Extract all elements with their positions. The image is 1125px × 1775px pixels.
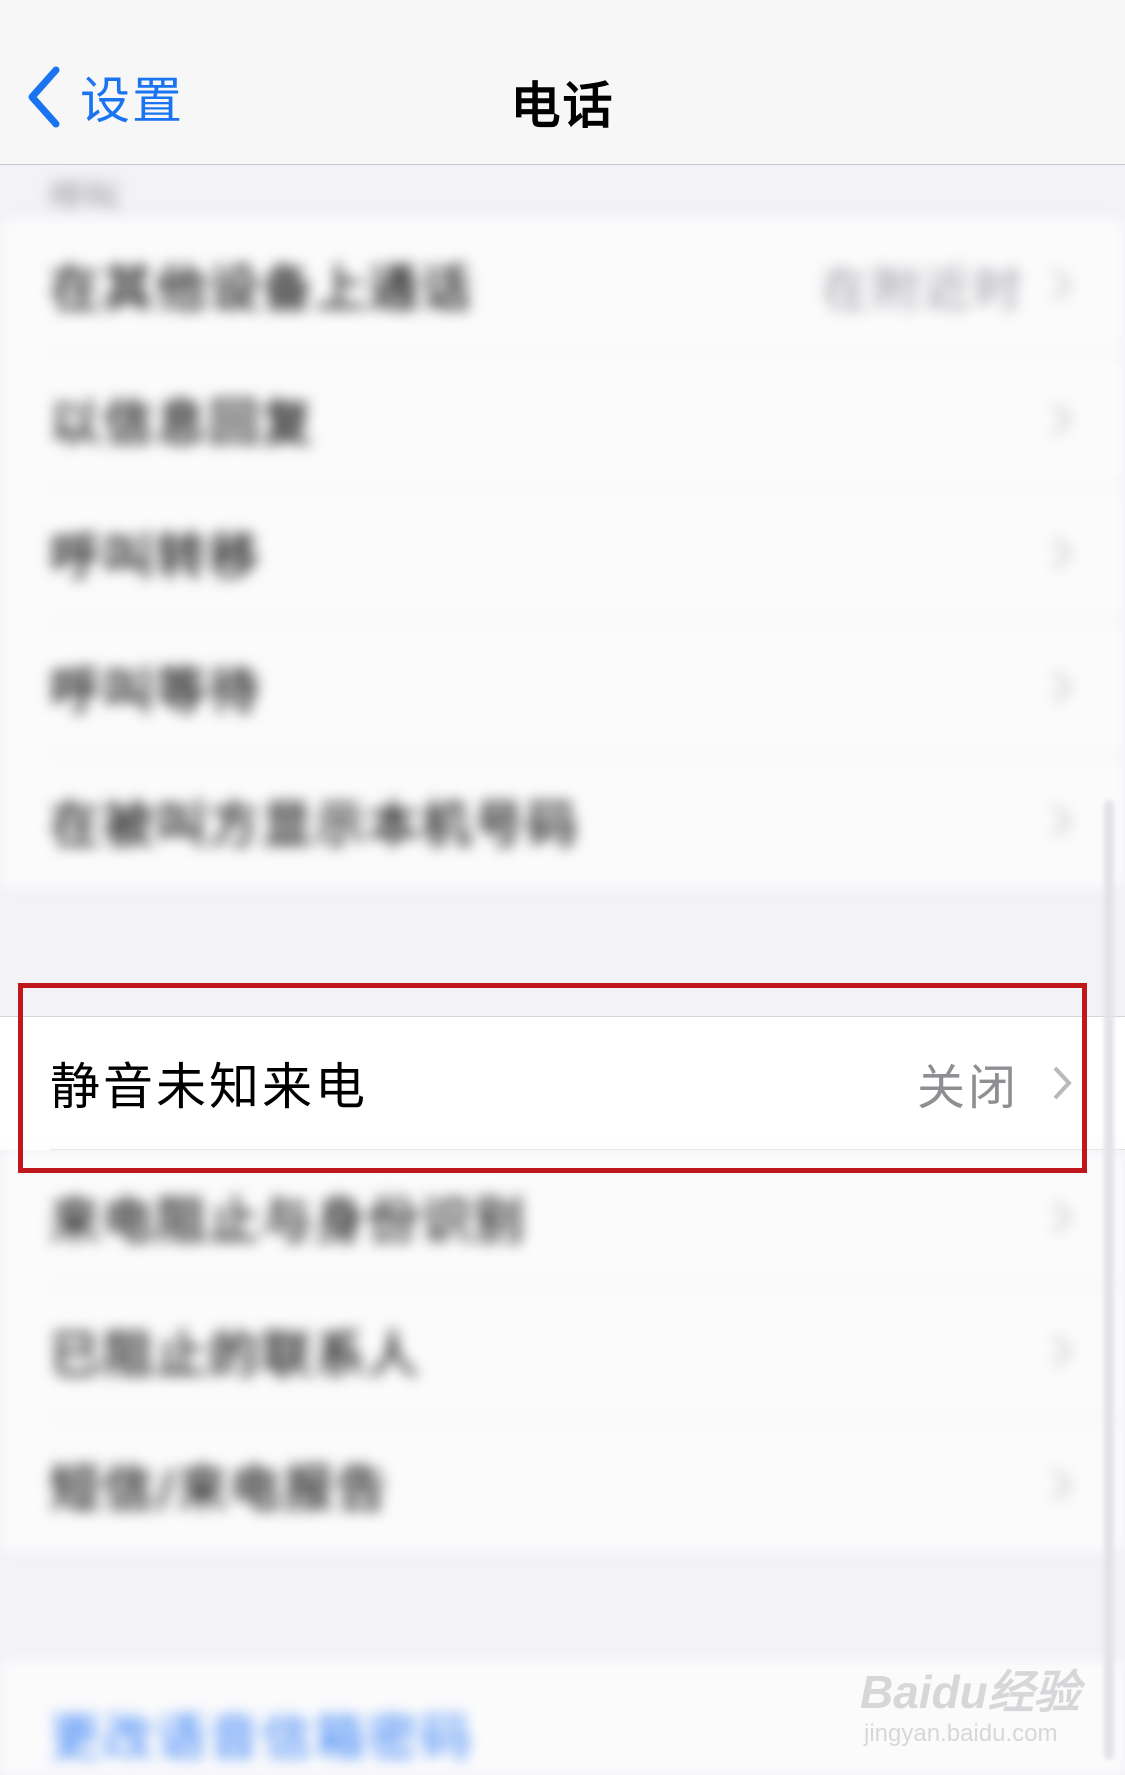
change-voicemail-password-link[interactable]: 更改语音信箱密码 — [50, 1698, 474, 1770]
row-label: 呼叫转移 — [50, 528, 262, 586]
silence-unknown-callers-group: 静音未知来电 关闭 — [0, 1016, 1125, 1150]
watermark-url: jingyan.baidu.com — [864, 1720, 1058, 1747]
row-label: 短信/来电报告 — [50, 1460, 390, 1518]
chevron-right-icon — [1053, 670, 1072, 704]
navigation-bar: 设置 电话 — [0, 0, 1125, 165]
list-item[interactable]: 以信息回复 — [0, 352, 1125, 486]
row-label: 已阻止的联系人 — [50, 1326, 421, 1384]
chevron-right-icon — [1053, 1468, 1072, 1502]
list-item[interactable]: 来电阻止与身份识别 — [0, 1150, 1125, 1284]
row-label: 来电阻止与身份识别 — [50, 1192, 527, 1250]
chevron-right-icon — [1053, 268, 1072, 302]
list-item[interactable]: 短信/来电报告 — [0, 1418, 1125, 1552]
page-title: 电话 — [510, 77, 615, 135]
list-item[interactable]: 呼叫转移 — [0, 486, 1125, 620]
row-label: 以信息回复 — [50, 394, 315, 452]
scrollbar[interactable] — [1104, 800, 1114, 1760]
list-item[interactable]: 在其他设备上通话 在附近时 — [0, 218, 1125, 352]
row-value: 关闭 — [916, 1060, 1019, 1116]
section-header-calls: 呼叫 — [50, 178, 118, 218]
silence-unknown-callers-row[interactable]: 静音未知来电 关闭 — [0, 1017, 1125, 1149]
row-value: 在附近时 — [820, 262, 1025, 318]
blocking-group: 来电阻止与身份识别 已阻止的联系人 短信/来电报告 — [0, 1150, 1125, 1552]
chevron-right-icon — [1053, 804, 1072, 838]
row-label: 在被叫方显示本机号码 — [50, 796, 580, 854]
row-label: 在其他设备上通话 — [50, 260, 474, 318]
list-item[interactable]: 呼叫等待 — [0, 620, 1125, 754]
chevron-right-icon — [1053, 402, 1072, 436]
row-label: 呼叫等待 — [50, 662, 262, 720]
chevron-right-icon — [1053, 1334, 1072, 1368]
chevron-right-icon — [1053, 536, 1072, 570]
watermark-brand: Baidu经验 — [860, 1666, 1080, 1718]
chevron-right-icon — [1053, 1200, 1072, 1234]
list-item[interactable]: 已阻止的联系人 — [0, 1284, 1125, 1418]
list-item[interactable]: 在被叫方显示本机号码 — [0, 754, 1125, 888]
calls-group: 在其他设备上通话 在附近时 以信息回复 呼叫转移 呼叫等待 在被叫方显示本机号码 — [0, 218, 1125, 888]
row-label: 静音未知来电 — [50, 1058, 368, 1116]
chevron-right-icon — [1053, 1066, 1072, 1100]
watermark: Baidu经验 jingyan.baidu.com — [860, 1650, 1080, 1750]
